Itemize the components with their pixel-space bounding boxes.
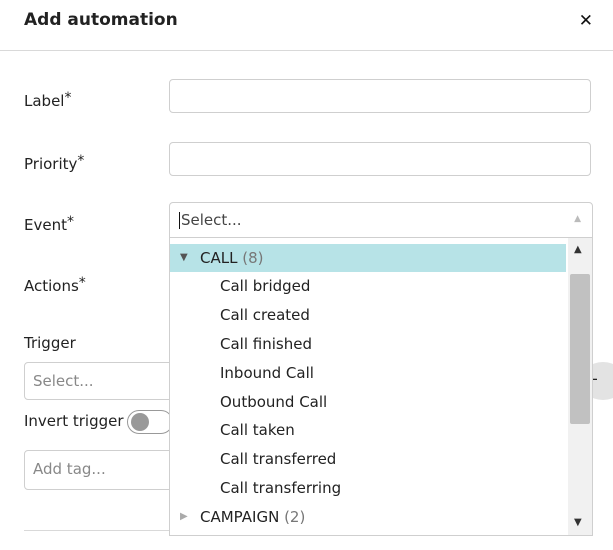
close-icon[interactable]: ✕ <box>579 11 593 31</box>
event-field-label: Event* <box>24 214 74 234</box>
dropdown-option[interactable]: Inbound Call <box>170 359 566 387</box>
text-caret <box>179 212 180 229</box>
trigger-field-label: Trigger <box>24 334 76 352</box>
dropdown-option[interactable]: Call transferring <box>170 474 566 502</box>
event-dropdown-menu: ▼ CALL (8) Call bridged Call created Cal… <box>169 238 593 536</box>
modal-title: Add automation <box>24 10 178 30</box>
toggle-knob <box>131 413 149 431</box>
chevron-up-icon[interactable]: ▲ <box>574 214 581 224</box>
dropdown-option[interactable]: Call taken <box>170 416 566 444</box>
caret-down-icon[interactable]: ▼ <box>180 244 188 272</box>
label-field-label: Label* <box>24 90 72 110</box>
dropdown-scrollbar[interactable]: ▲ ▼ <box>568 238 592 535</box>
dropdown-option[interactable]: Call bridged <box>170 272 566 300</box>
dropdown-group-call[interactable]: ▼ CALL (8) <box>170 244 566 272</box>
dropdown-option[interactable]: Call finished <box>170 330 566 358</box>
dropdown-group-campaign[interactable]: ▶ CAMPAIGN (2) <box>170 503 566 531</box>
scrollbar-thumb[interactable] <box>570 274 590 424</box>
invert-trigger-toggle[interactable] <box>127 410 173 434</box>
scroll-down-arrow-icon[interactable]: ▼ <box>574 517 582 528</box>
invert-trigger-label: Invert trigger <box>24 412 124 430</box>
event-select-placeholder: Select... <box>181 211 242 229</box>
tag-input-placeholder: Add tag... <box>33 460 106 478</box>
caret-right-icon[interactable]: ▶ <box>180 503 188 531</box>
trigger-select-placeholder: Select... <box>33 372 94 390</box>
event-select[interactable]: Select... ▲ <box>169 202 593 238</box>
dropdown-option[interactable]: Outbound Call <box>170 388 566 416</box>
scroll-up-arrow-icon[interactable]: ▲ <box>574 244 582 255</box>
dropdown-option[interactable]: Call transferred <box>170 445 566 473</box>
label-input[interactable] <box>169 79 591 113</box>
dropdown-option[interactable]: Call created <box>170 301 566 329</box>
priority-input[interactable] <box>169 142 591 176</box>
modal-header: Add automation ✕ <box>0 0 613 51</box>
priority-field-label: Priority* <box>24 153 85 173</box>
actions-field-label: Actions* <box>24 275 86 295</box>
